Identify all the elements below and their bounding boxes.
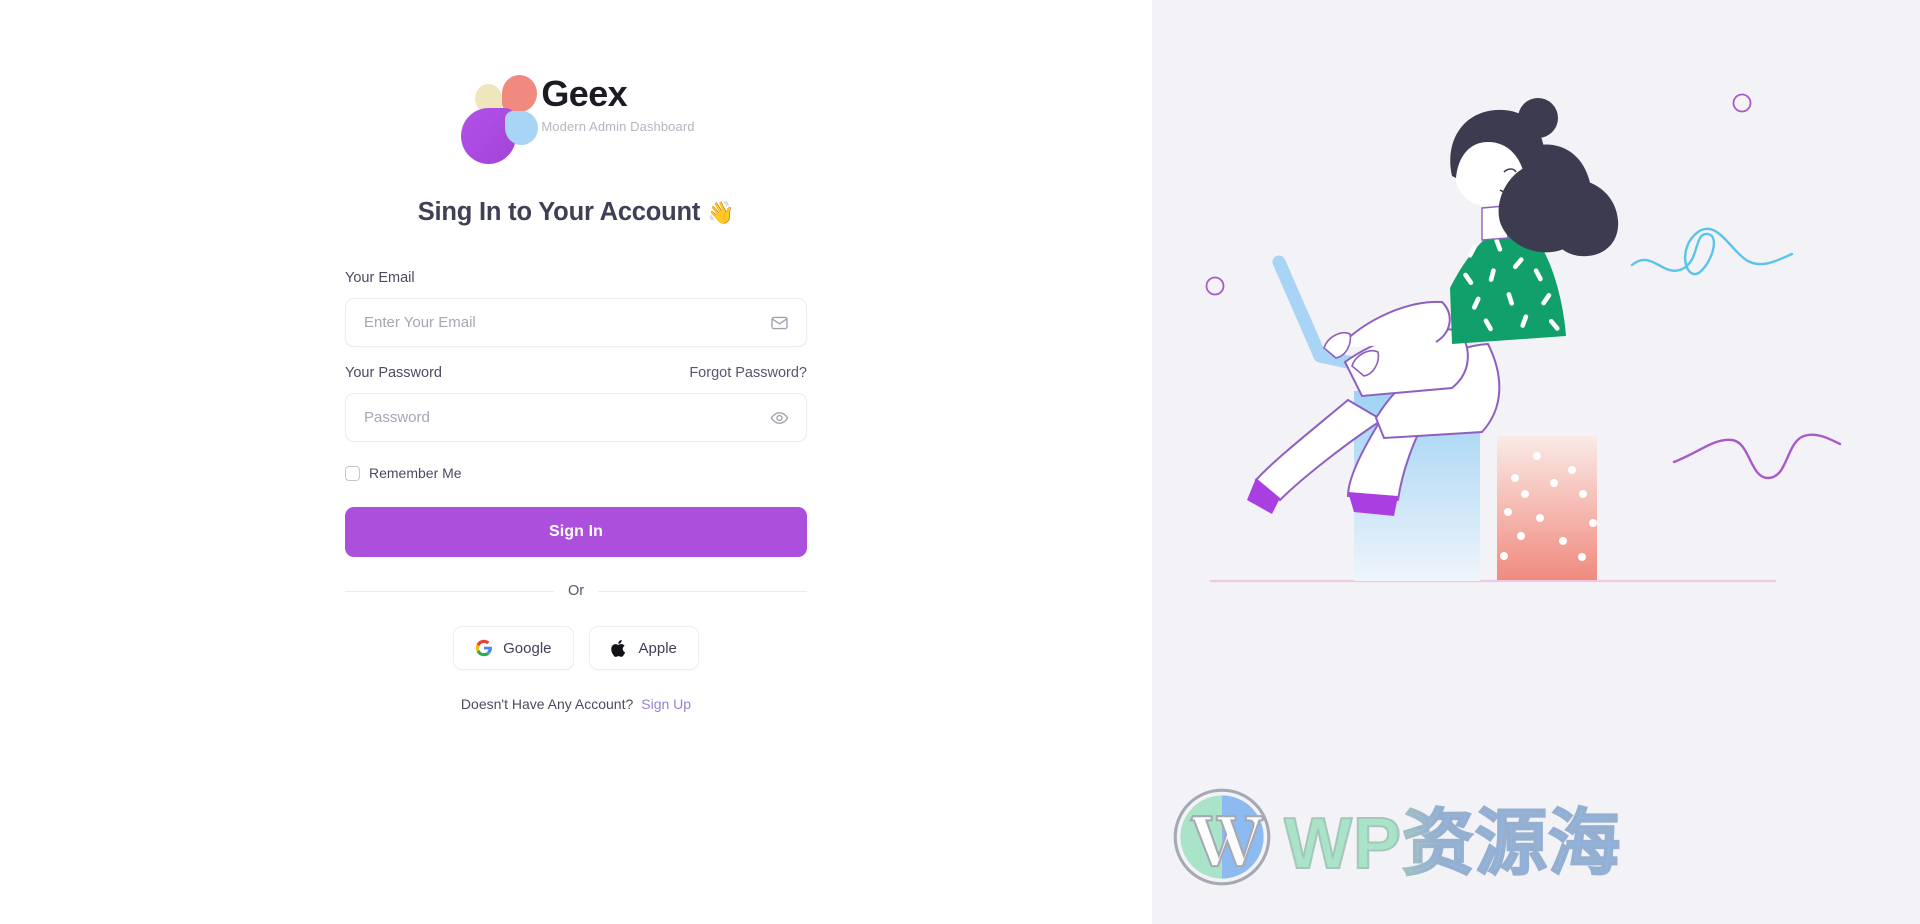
- envelope-icon: [770, 313, 789, 332]
- logo-petal-coral: [502, 75, 538, 112]
- apple-sign-in-label: Apple: [638, 639, 677, 657]
- password-field[interactable]: [345, 393, 807, 442]
- apple-icon: [611, 639, 629, 657]
- squiggle-blue: [1630, 227, 1794, 276]
- signin-page: Geex Modern Admin Dashboard Sing In to Y…: [0, 0, 1920, 924]
- geex-logo-icon: [457, 68, 539, 164]
- signin-form: Geex Modern Admin Dashboard Sing In to Y…: [345, 68, 808, 712]
- decorative-circle-right: [1732, 93, 1752, 113]
- google-sign-in-label: Google: [503, 639, 552, 657]
- decorative-circle-left: [1205, 276, 1225, 296]
- signup-question: Doesn't Have Any Account?: [460, 696, 634, 712]
- password-input[interactable]: [346, 409, 806, 426]
- divider-line-left: [345, 590, 554, 592]
- brand-tagline: Modern Admin Dashboard: [541, 119, 695, 135]
- email-field[interactable]: [345, 298, 807, 347]
- apple-sign-in-button[interactable]: Apple: [588, 626, 699, 670]
- password-label-row: Your Password Forgot Password?: [345, 365, 807, 381]
- google-sign-in-button[interactable]: Google: [453, 626, 574, 670]
- remember-me-row[interactable]: Remember Me: [345, 465, 807, 481]
- brand-text: Geex Modern Admin Dashboard: [541, 74, 694, 135]
- email-label: Your Email: [345, 270, 415, 286]
- woman-with-laptop-illustration: [1205, 93, 1842, 583]
- forgot-password-link[interactable]: Forgot Password?: [689, 365, 807, 381]
- or-divider: Or: [345, 583, 808, 599]
- divider-line-right: [598, 590, 808, 592]
- remember-me-checkbox[interactable]: [345, 465, 360, 481]
- google-icon: [475, 639, 493, 657]
- sign-in-button[interactable]: Sign In: [345, 507, 807, 557]
- page-title: Sing In to Your Account 👋: [345, 198, 807, 227]
- page-title-text: Sing In to Your Account: [417, 198, 701, 226]
- illustration-panel: WP资源海: [1152, 0, 1920, 924]
- arm: [1337, 300, 1451, 349]
- brand-logo: Geex Modern Admin Dashboard: [345, 68, 807, 164]
- brand-name: Geex: [541, 72, 628, 114]
- logo-petal-blue: [505, 111, 539, 145]
- squiggle-purple: [1672, 433, 1842, 480]
- email-label-row: Your Email: [345, 270, 807, 286]
- signup-prompt: Doesn't Have Any Account? Sign Up: [345, 696, 807, 712]
- signin-left-panel: Geex Modern Admin Dashboard Sing In to Y…: [0, 0, 1152, 924]
- eye-icon[interactable]: [770, 408, 789, 427]
- email-input[interactable]: [346, 314, 806, 331]
- password-label: Your Password: [345, 365, 442, 381]
- sign-up-link[interactable]: Sign Up: [641, 696, 691, 712]
- pink-block: [1497, 436, 1597, 580]
- remember-me-label[interactable]: Remember Me: [369, 465, 462, 481]
- social-login-row: Google Apple: [345, 626, 807, 670]
- divider-label: Or: [567, 583, 585, 599]
- waving-hand-icon: 👋: [707, 200, 735, 225]
